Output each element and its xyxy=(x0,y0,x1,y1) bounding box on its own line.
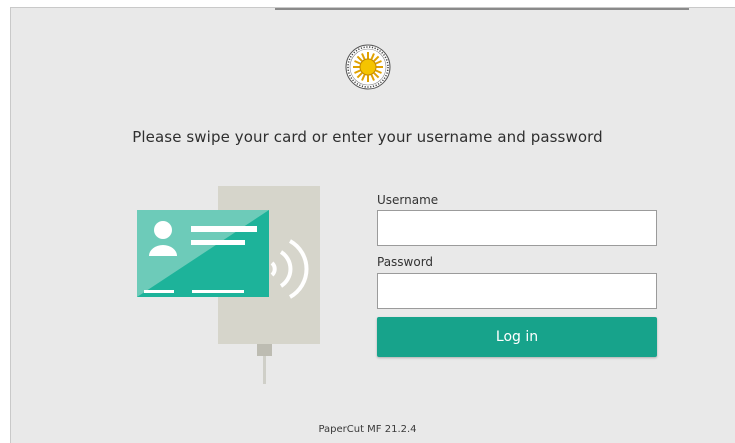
instructions-text: Please swipe your card or enter your use… xyxy=(132,128,603,146)
card-reader-swipe-icon xyxy=(137,186,320,384)
username-input[interactable] xyxy=(377,210,657,246)
username-label: Username xyxy=(377,193,439,207)
password-input[interactable] xyxy=(377,273,657,309)
password-label: Password xyxy=(377,255,434,269)
university-seal-icon xyxy=(345,44,391,90)
top-divider xyxy=(275,8,689,10)
login-button[interactable]: Log in xyxy=(377,317,657,357)
version-label: PaperCut MF 21.2.4 xyxy=(318,424,417,435)
